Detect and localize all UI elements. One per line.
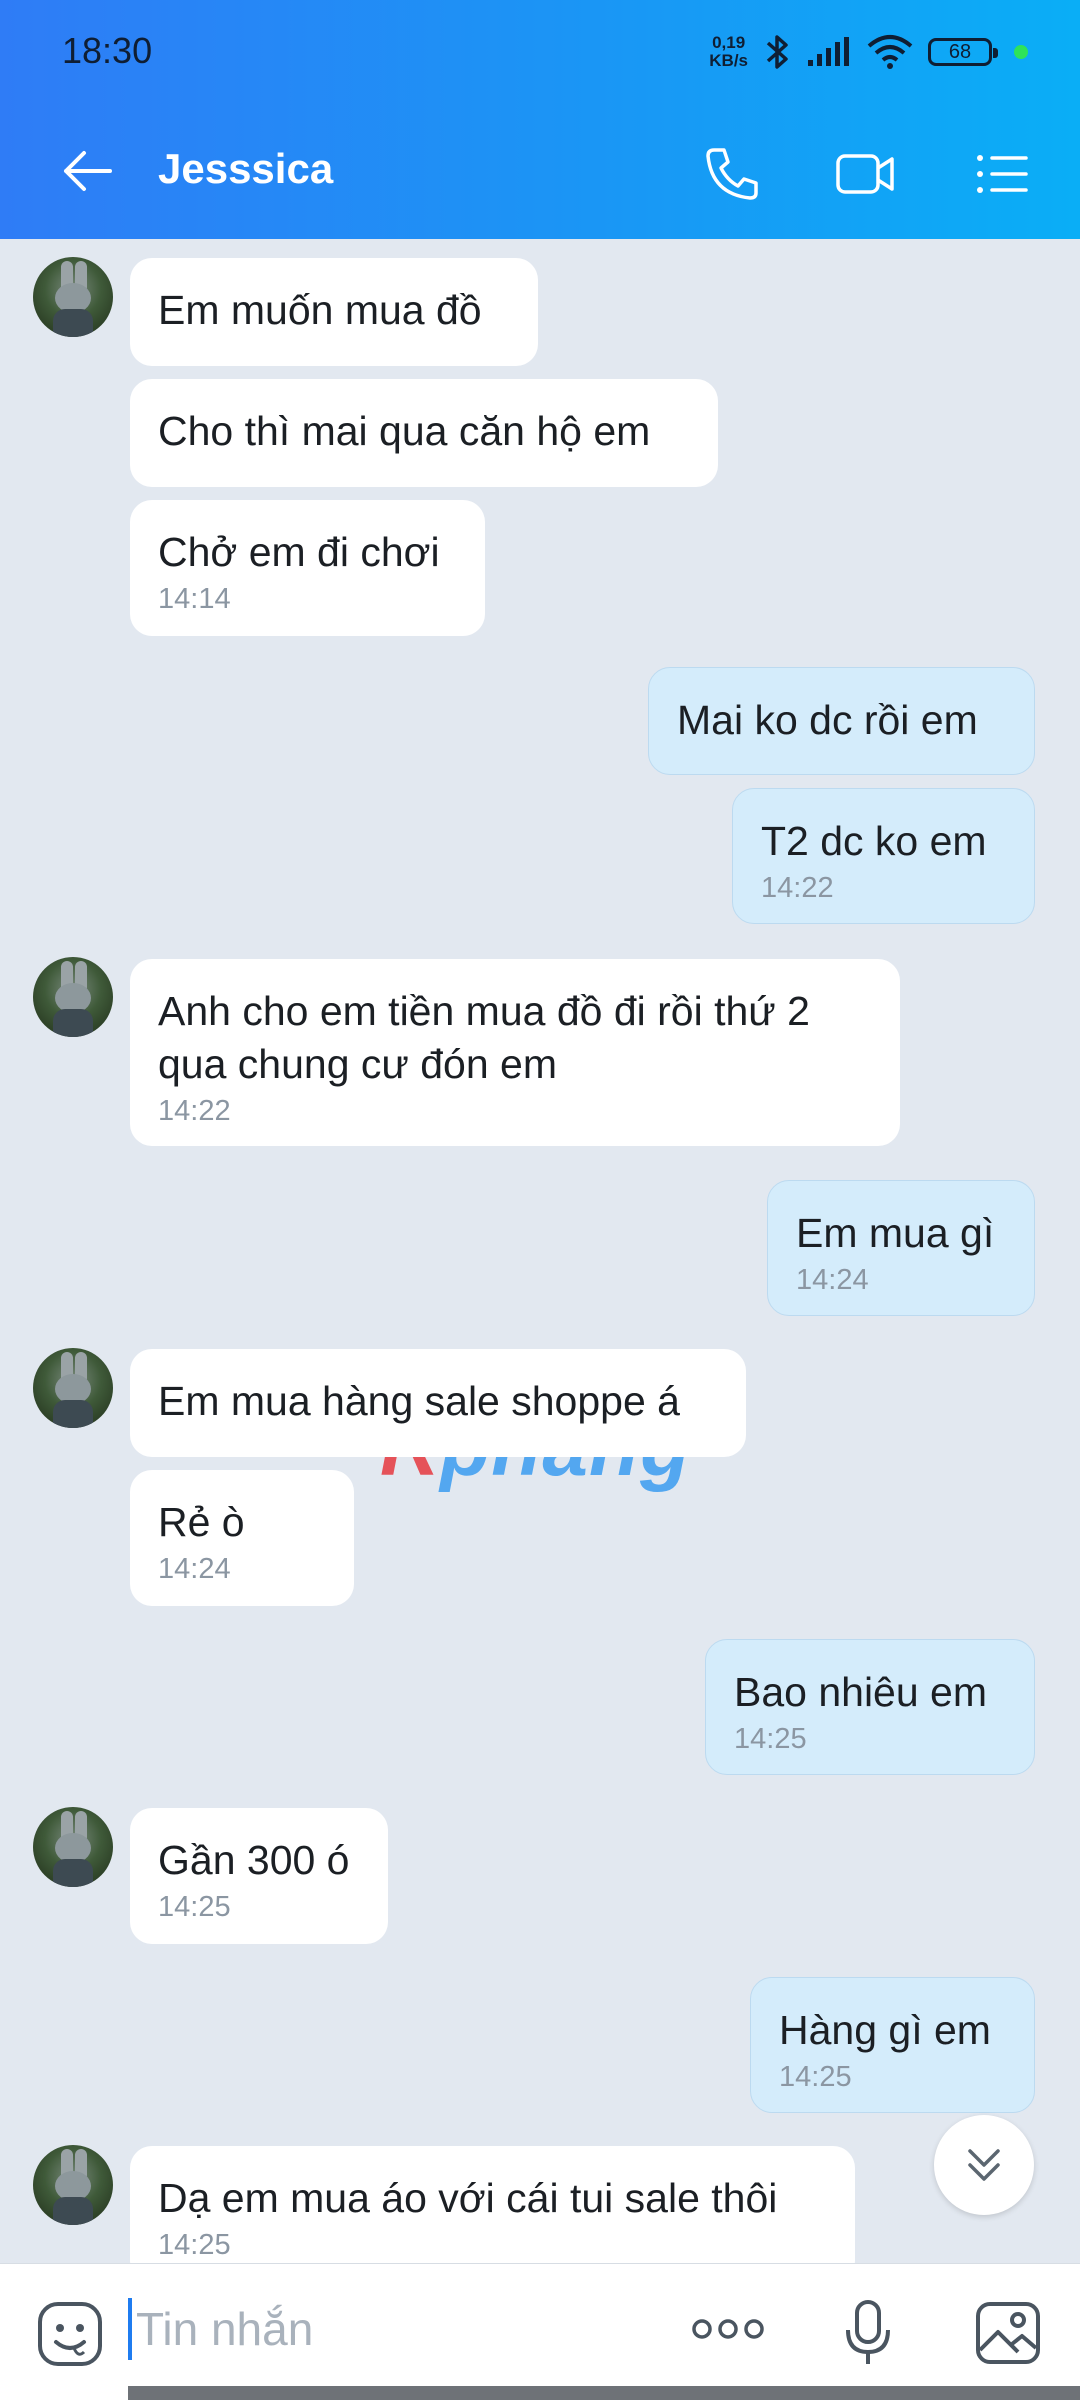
status-icons: 0,19 KB/s 68 <box>709 26 1028 78</box>
status-time: 18:30 <box>62 30 153 71</box>
incoming-message[interactable]: Dạ em mua áo với cái tui sale thôi 14:25 <box>130 2146 855 2263</box>
incoming-message[interactable]: Em mua hàng sale shoppe á <box>130 1349 746 1457</box>
scroll-to-bottom-button[interactable] <box>934 2115 1034 2215</box>
outgoing-message[interactable]: Mai ko dc rồi em <box>648 667 1035 775</box>
avatar[interactable] <box>33 257 113 337</box>
phone-icon[interactable] <box>700 144 764 204</box>
chat-header: 18:30 0,19 KB/s 68 Jesssica <box>0 0 1080 239</box>
outgoing-message[interactable]: T2 dc ko em 14:22 <box>732 788 1035 924</box>
incoming-message[interactable]: Gần 300 ó 14:25 <box>130 1808 388 1944</box>
composer-bar: Tin nhắn <box>0 2263 1080 2401</box>
list-menu-icon[interactable] <box>970 144 1034 204</box>
message-time: 14:24 <box>158 1553 231 1585</box>
keyboard-edge <box>128 2386 1080 2400</box>
wifi-icon <box>867 35 913 69</box>
bluetooth-icon <box>766 35 788 69</box>
avatar[interactable] <box>33 2145 113 2225</box>
message-time: 14:22 <box>158 1095 231 1127</box>
message-time: 14:14 <box>158 583 231 615</box>
message-list[interactable]: Em muốn mua đồ Cho thì mai qua căn hộ em… <box>0 239 1080 2263</box>
network-speed: 0,19 KB/s <box>709 33 748 70</box>
contact-name[interactable]: Jesssica <box>158 145 333 193</box>
avatar[interactable] <box>33 957 113 1037</box>
video-camera-icon[interactable] <box>834 144 898 204</box>
message-time: 14:24 <box>796 1264 869 1296</box>
incoming-message[interactable]: Cho thì mai qua căn hộ em <box>130 379 718 487</box>
chevron-double-down-icon <box>968 2149 1000 2181</box>
message-input[interactable]: Tin nhắn <box>128 2290 648 2368</box>
message-time: 14:22 <box>761 872 834 904</box>
arrow-left-icon[interactable] <box>58 146 118 196</box>
outgoing-message[interactable]: Bao nhiêu em 14:25 <box>705 1639 1035 1775</box>
avatar[interactable] <box>33 1807 113 1887</box>
outgoing-message[interactable]: Hàng gì em 14:25 <box>750 1977 1035 2113</box>
privacy-dot <box>1014 45 1028 59</box>
signal-icon <box>808 37 849 66</box>
message-time: 14:25 <box>158 2229 231 2261</box>
message-time: 14:25 <box>158 1891 231 1923</box>
incoming-message[interactable]: Anh cho em tiền mua đồ đi rồi thứ 2 qua … <box>130 959 900 1146</box>
more-dots-icon[interactable] <box>690 2314 766 2344</box>
incoming-message[interactable]: Chở em đi chơi 14:14 <box>130 500 485 636</box>
text-caret <box>128 2298 132 2360</box>
message-time: 14:25 <box>779 2061 852 2093</box>
incoming-message[interactable]: Em muốn mua đồ <box>130 258 538 366</box>
incoming-message[interactable]: Rẻ ò 14:24 <box>130 1470 354 1606</box>
avatar[interactable] <box>33 1348 113 1428</box>
battery-indicator: 68 <box>928 38 998 66</box>
image-icon[interactable] <box>974 2300 1042 2366</box>
outgoing-message[interactable]: Em mua gì 14:24 <box>767 1180 1035 1316</box>
sticker-face-icon[interactable] <box>36 2300 104 2368</box>
microphone-icon[interactable] <box>843 2298 893 2368</box>
message-time: 14:25 <box>734 1723 807 1755</box>
